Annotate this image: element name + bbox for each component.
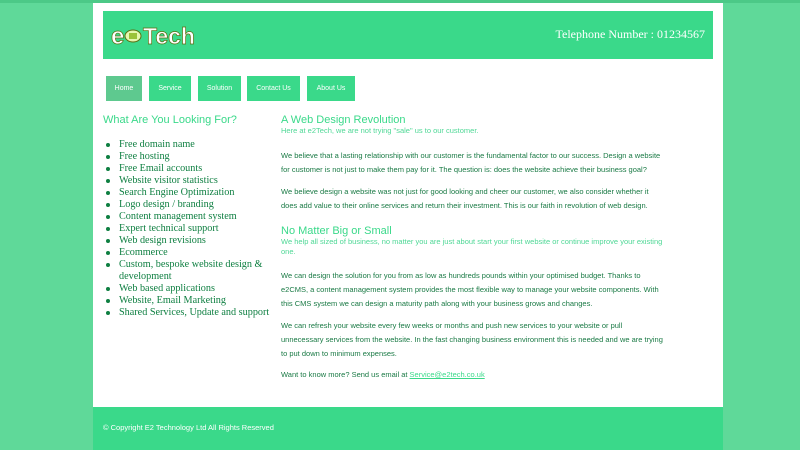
list-item: Custom, bespoke website design & develop…: [103, 259, 283, 283]
list-item: Website visitor statistics: [103, 175, 283, 187]
section-subtitle-revolution: Here at e2Tech, we are not trying "sale"…: [281, 126, 479, 135]
svg-text:e: e: [111, 23, 124, 50]
list-item: Free Email accounts: [103, 163, 283, 175]
section-title-big-small: No Matter Big or Small: [281, 225, 392, 237]
nav-solution[interactable]: Solution: [198, 76, 241, 101]
list-item: Website, Email Marketing: [103, 295, 283, 307]
list-item: Logo design / branding: [103, 199, 283, 211]
services-sidebar: What Are You Looking For? Free domain na…: [103, 114, 283, 319]
services-list: Free domain name Free hosting Free Email…: [103, 139, 283, 319]
contact-text: Want to know more? Send us email at: [281, 370, 410, 379]
list-item: Content management system: [103, 211, 283, 223]
contact-line: Want to know more? Send us email at Serv…: [281, 368, 666, 382]
list-item: Free domain name: [103, 139, 283, 151]
main-content: A Web Design Revolution Here at e2Tech, …: [281, 114, 666, 382]
paragraph-budget: We can design the solution for you from …: [281, 271, 659, 308]
nav-home[interactable]: Home: [106, 76, 142, 101]
header-banner: e Tech Telephone Number : 01234567: [103, 11, 713, 59]
section-title-revolution: A Web Design Revolution: [281, 114, 406, 126]
e2tech-logo[interactable]: e Tech: [111, 20, 207, 52]
telephone-number: Telephone Number : 01234567: [555, 27, 705, 41]
page-container: e Tech Telephone Number : 01234567 Home …: [93, 3, 723, 407]
list-item: Shared Services, Update and support: [103, 307, 283, 319]
section-subtitle-big-small: We help all sized of business, no matter…: [281, 237, 663, 256]
list-item: Free hosting: [103, 151, 283, 163]
sidebar-title: What Are You Looking For?: [103, 114, 237, 126]
email-link[interactable]: Service@e2tech.co.uk: [410, 370, 485, 379]
list-item: Expert technical support: [103, 223, 283, 235]
nav-about-us[interactable]: About Us: [307, 76, 355, 101]
nav-contact-us[interactable]: Contact Us: [247, 76, 300, 101]
paragraph-add-value: We believe design a website was not just…: [281, 187, 649, 210]
list-item: Web based applications: [103, 283, 283, 295]
list-item: Web design revisions: [103, 235, 283, 247]
copyright-text: © Copyright E2 Technology Ltd All Rights…: [103, 423, 274, 432]
footer: © Copyright E2 Technology Ltd All Rights…: [93, 407, 723, 450]
list-item: Ecommerce: [103, 247, 283, 259]
list-item: Search Engine Optimization: [103, 187, 283, 199]
nav-service[interactable]: Service: [149, 76, 191, 101]
paragraph-refresh: We can refresh your website every few we…: [281, 321, 663, 358]
paragraph-relationship: We believe that a lasting relationship w…: [281, 151, 661, 174]
svg-text:Tech: Tech: [143, 23, 195, 49]
